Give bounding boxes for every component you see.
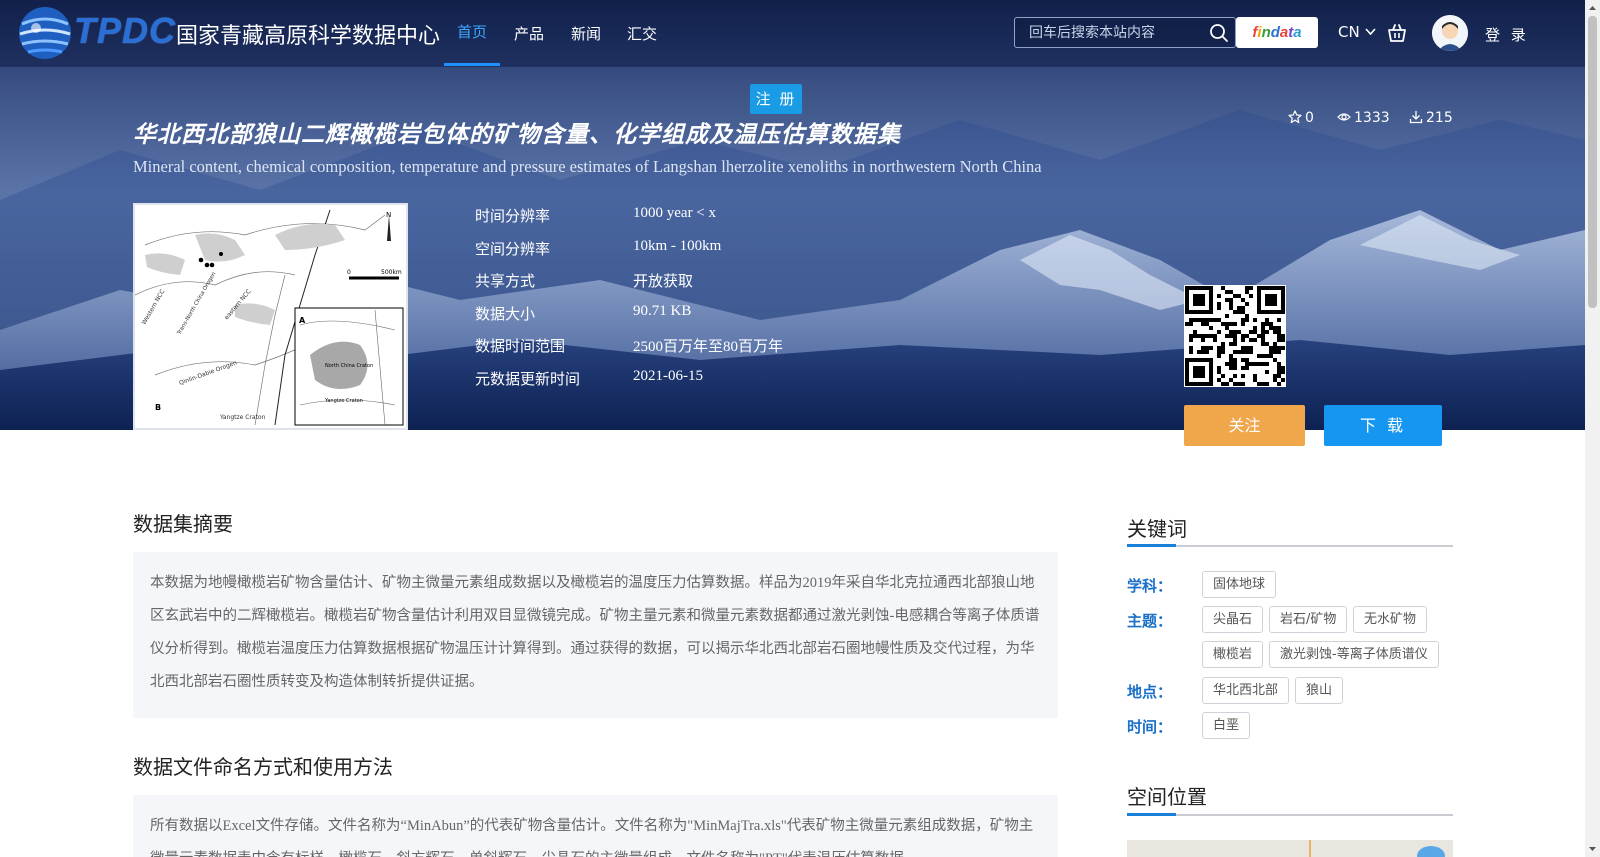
site-name[interactable]: 国家青藏高原科学数据中心 [176, 18, 440, 50]
dataset-title-cn: 华北西北部狼山二辉橄榄岩包体的矿物含量、化学组成及温压估算数据集 [133, 122, 901, 148]
dataset-thumbnail[interactable]: N 0 500km Western NCC Trans-North China … [133, 203, 408, 430]
nav-item-news[interactable]: 新闻 [571, 23, 601, 44]
map-marker-icon[interactable] [1417, 846, 1445, 857]
abstract-box: 本数据为地幔橄榄岩矿物含量估计、矿物主微量元素组成数据以及橄榄岩的温度压力估算数… [133, 552, 1058, 718]
search-input[interactable] [1029, 22, 1199, 44]
follow-button[interactable]: 关注 [1184, 405, 1305, 446]
scroll-down-icon[interactable] [1588, 845, 1597, 853]
map-north-label: N [386, 211, 391, 219]
register-button[interactable]: 注 册 [750, 84, 802, 114]
keyword-label-time: 时间： [1127, 718, 1173, 736]
avatar[interactable] [1432, 15, 1468, 51]
map-label-ncc: North China Craton [325, 363, 373, 369]
meta-value-spatial-resolution: 10km - 100km [633, 238, 722, 254]
meta-value-update-time: 2021-06-15 [633, 368, 703, 384]
naming-title: 数据文件命名方式和使用方法 [133, 755, 393, 779]
search-icon[interactable] [1209, 23, 1229, 43]
keyword-label-location: 地点： [1127, 683, 1173, 701]
logo-globe-icon [19, 7, 71, 59]
qr-code-image [1185, 286, 1285, 386]
map-label-yangtze-a: Yangtze Craton [324, 398, 363, 404]
map-label-panel-a: A [299, 316, 306, 325]
meta-label-temporal-resolution: 时间分辨率 [475, 207, 551, 225]
language-selector[interactable]: CN [1338, 23, 1377, 41]
views-count: 1333 [1354, 110, 1390, 126]
top-navbar: TPDC 国家青藏高原科学数据中心 首页 产品 新闻 汇交 findata CN… [0, 0, 1585, 67]
downloads-count: 215 [1426, 110, 1453, 126]
search-box[interactable] [1014, 17, 1236, 48]
map-scale-zero: 0 [347, 269, 351, 276]
keyword-label-theme: 主题： [1127, 612, 1173, 630]
meta-label-update-time: 元数据更新时间 [475, 370, 581, 388]
downloads-stat: 215 [1409, 110, 1453, 126]
nav-item-submit[interactable]: 汇交 [627, 23, 657, 44]
meta-label-sharing: 共享方式 [475, 272, 536, 290]
keyword-tag[interactable]: 华北西北部 [1202, 677, 1290, 704]
download-button[interactable]: 下 载 [1324, 405, 1442, 446]
keyword-tag[interactable]: 固体地球 [1202, 571, 1277, 598]
map-scale-end: 500km [381, 269, 402, 276]
avatar-icon [1432, 15, 1468, 51]
spatial-title: 空间位置 [1127, 785, 1207, 809]
meta-value-data-size: 90.71 KB [633, 303, 692, 319]
language-label: CN [1338, 23, 1360, 41]
abstract-text: 本数据为地幔橄榄岩矿物含量估计、矿物主微量元素组成数据以及橄榄岩的温度压力估算数… [150, 575, 1040, 690]
map-label-panel-b: B [155, 403, 161, 412]
meta-value-time-range: 2500百万年至80百万年 [633, 339, 784, 355]
nav-active-indicator [444, 63, 500, 66]
naming-text: 所有数据以Excel文件存储。文件名称为“MinAbun”的代表矿物含量估计。文… [150, 818, 1034, 857]
keyword-label-discipline: 学科： [1127, 577, 1173, 595]
map-label-yangtze-b: Yangtze Craton [219, 414, 266, 421]
cart-icon[interactable] [1386, 22, 1408, 44]
keyword-tag[interactable]: 橄榄岩 [1202, 641, 1264, 668]
map-road [1309, 840, 1311, 857]
nav-item-products[interactable]: 产品 [514, 23, 544, 44]
meta-value-temporal-resolution: 1000 year < x [633, 205, 717, 221]
scroll-up-icon[interactable] [1588, 4, 1597, 12]
eye-icon [1337, 113, 1351, 121]
keyword-tag[interactable]: 白垩 [1202, 712, 1251, 739]
chevron-down-icon [1365, 28, 1377, 36]
meta-label-time-range: 数据时间范围 [475, 337, 566, 355]
keyword-tag[interactable]: 岩石/矿物 [1269, 606, 1348, 633]
spatial-map[interactable] [1127, 840, 1453, 857]
download-icon [1409, 111, 1423, 124]
spatial-divider-accent [1127, 813, 1176, 816]
findata-button[interactable]: findata [1236, 17, 1318, 48]
keywords-divider-accent [1127, 544, 1176, 547]
favorites-count: 0 [1305, 110, 1314, 126]
keyword-tag[interactable]: 狼山 [1295, 677, 1344, 704]
keyword-tag[interactable]: 尖晶石 [1202, 606, 1264, 633]
keywords-title: 关键词 [1127, 517, 1187, 541]
meta-label-spatial-resolution: 空间分辨率 [475, 240, 551, 258]
abstract-title: 数据集摘要 [133, 512, 233, 536]
star-icon [1288, 110, 1302, 124]
keyword-tag[interactable]: 激光剥蚀-等离子体质谱仪 [1269, 641, 1439, 668]
scrollbar-thumb[interactable] [1588, 16, 1597, 308]
meta-value-sharing: 开放获取 [633, 274, 694, 290]
keyword-tag[interactable]: 无水矿物 [1353, 606, 1428, 633]
views-stat: 1333 [1337, 110, 1390, 126]
login-link[interactable]: 登 录 [1485, 24, 1529, 45]
naming-box: 所有数据以Excel文件存储。文件名称为“MinAbun”的代表矿物含量估计。文… [133, 795, 1058, 857]
logo-text[interactable]: TPDC [74, 10, 176, 52]
qr-code [1184, 285, 1286, 387]
favorites-stat[interactable]: 0 [1288, 110, 1314, 126]
meta-label-data-size: 数据大小 [475, 305, 536, 323]
nav-item-home[interactable]: 首页 [457, 21, 487, 42]
dataset-title-en: Mineral content, chemical composition, t… [133, 157, 1042, 176]
geology-map-image: N 0 500km Western NCC Trans-North China … [134, 205, 406, 428]
